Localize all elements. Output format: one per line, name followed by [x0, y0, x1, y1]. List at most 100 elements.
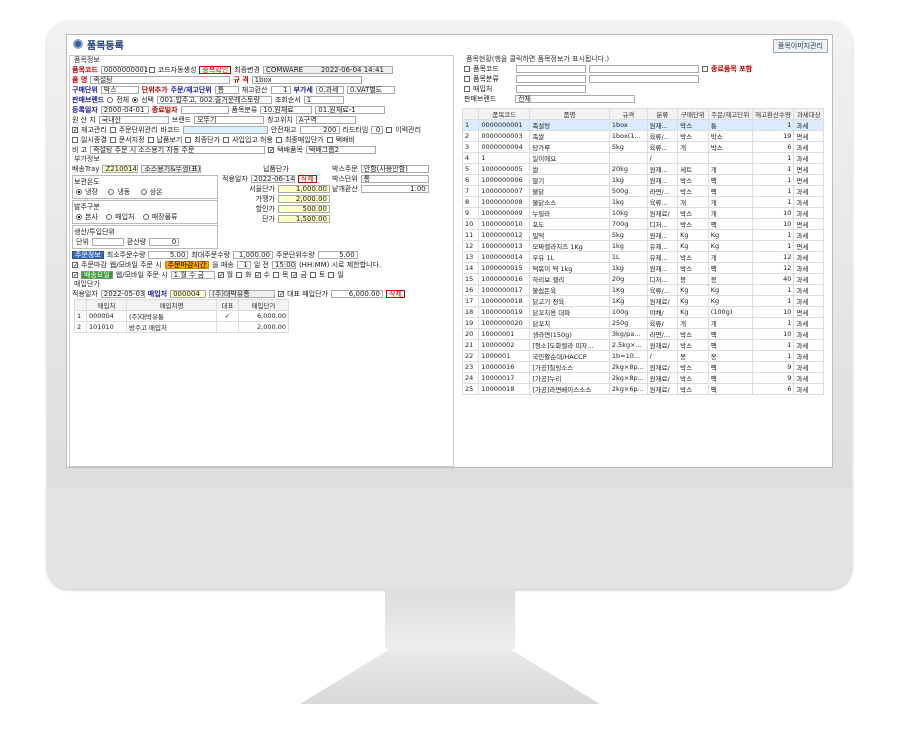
f-category-select[interactable] [516, 75, 586, 83]
prepurchase-checkbox[interactable] [223, 137, 230, 143]
purchase-row[interactable]: 1 000004 (주)대박유통 ✓ 6,000.00 [74, 310, 289, 322]
tax-select[interactable]: 0.과세 [315, 86, 344, 94]
deadline-checkbox[interactable] [72, 262, 78, 268]
purchase-row[interactable]: 2 101010 방주고 매입처 2,000.00 [74, 321, 289, 333]
item-row[interactable]: 10 1000000010 포도 700g 디저... 박스 팩 10 면세 [462, 218, 824, 230]
item-row[interactable]: 15 1000000016 하리보 젤리 20g 디저... 봉 봉 40 과세 [462, 273, 824, 285]
item-row[interactable]: 25 10000018 [가공]라면베이스소스 2kg×6p... 원재료/박스 팩 6 과세 [462, 383, 824, 395]
item-row[interactable]: 14 1000000015 떡볶이 떡 1kg 1kg 원재... 박스 팩 12 과세 [462, 262, 824, 274]
conv-field[interactable]: 1 [270, 86, 291, 94]
item-col-unit[interactable]: 구매단위 [677, 108, 709, 120]
item-row[interactable]: 7 1000000007 불닭 500g 라면/... 박스 팩 1 과세 [462, 185, 824, 197]
delivery-day-select[interactable]: 1.월 수 금 [170, 271, 215, 279]
delivery-day-checkbox[interactable] [72, 272, 78, 278]
brand-field[interactable]: 001.밥주고, 002.즐거운레스토랑 [156, 96, 272, 104]
p-vendor-code-field[interactable]: 000004 [170, 290, 207, 298]
item-row[interactable]: 17 1000000018 닭고기 정육 1Kg 원재료/Kg Kg 1 과세 [462, 295, 824, 307]
day-mon-checkbox[interactable] [217, 272, 224, 278]
min-order-field[interactable]: 5.00 [148, 251, 189, 259]
order-unit-mgmt-checkbox[interactable] [109, 127, 116, 133]
dup-check-button[interactable]: 중복확인 [199, 66, 232, 74]
item-col-conv[interactable]: 재고환산수량 [751, 108, 795, 120]
safety-field[interactable]: 200 [299, 126, 340, 134]
note-field[interactable]: 즉설탕 주문 시 소스용기 자동 주문 [90, 146, 266, 154]
category-select[interactable]: 10.원재료 [260, 106, 313, 114]
f-brand-select[interactable]: 전체 [515, 95, 635, 103]
end-date-field[interactable] [180, 106, 229, 114]
item-row[interactable]: 21 10000002 [청소]도화렐라 피자... 2.5kg×... 원재료/박스 팩… [462, 339, 824, 351]
f-end-checkbox[interactable] [702, 66, 708, 72]
apply-date-field[interactable]: 2022-06-14 [250, 175, 295, 183]
order-step-field[interactable]: 5.00 [317, 251, 358, 259]
f-code-field2[interactable] [589, 65, 699, 73]
order-type-store-radio[interactable] [142, 214, 149, 220]
item-row[interactable]: 24 10000017 [가공]누리 2kg×8p... 원재료/박스 팩 9 과세 [462, 372, 824, 384]
item-row[interactable]: 1 0000000001 족설탕 1box 원재... 박스 통 1 과세 [462, 119, 824, 131]
disc-field[interactable]: 500.00 [278, 205, 330, 213]
reg-date-field[interactable]: 2000-04-01 [100, 106, 149, 114]
barcode-field[interactable] [182, 126, 268, 134]
max-order-field[interactable]: 1,000.00 [233, 251, 274, 259]
item-col-spec[interactable]: 규격 [608, 108, 648, 120]
day-thu-checkbox[interactable] [273, 272, 280, 278]
code-field[interactable]: 0000000001 [100, 66, 148, 74]
order-type-hq-radio[interactable] [76, 214, 82, 220]
storage-room-radio[interactable] [140, 189, 147, 195]
piece-conv-field[interactable]: 1.00 [360, 185, 429, 193]
storage-cold-radio[interactable] [76, 189, 82, 195]
day-tue-checkbox[interactable] [236, 272, 243, 278]
auto-code-checkbox[interactable] [148, 67, 155, 73]
deadline-button[interactable]: 주문마감시간 [164, 261, 210, 269]
spec-field[interactable]: 1box [251, 76, 362, 84]
storage-frozen-radio[interactable] [108, 189, 115, 195]
order-info-button[interactable]: 주문정보 [72, 251, 104, 259]
price2-field[interactable]: 1,500.00 [278, 215, 330, 223]
item-row[interactable]: 13 1000000014 우유 1L 1L 유제... 박스 개 12 과세 [462, 251, 824, 263]
f-vendor-checkbox[interactable] [464, 86, 470, 92]
item-col-code[interactable]: 품목코드 [478, 108, 531, 120]
item-col-tax[interactable]: 과세대상 [793, 108, 824, 120]
purchase-cell[interactable]: ✓ [216, 310, 239, 322]
brand-select-radio[interactable] [132, 97, 139, 103]
tag-checkbox[interactable] [326, 137, 333, 143]
item-row[interactable]: 18 1000000019 닭꼬치용 대파 100g 야채/Kg (100g) 10 면세 [462, 306, 824, 318]
item-row[interactable]: 16 1000000017 불쉽돈육 1Kg 육류/... Kg Kg 1 과세 [462, 284, 824, 296]
day-wed-checkbox[interactable] [254, 272, 261, 278]
origin-field[interactable]: 국내산 [98, 116, 169, 124]
deadline-days-field[interactable]: 1 [236, 261, 251, 269]
order-type-vendor-radio[interactable] [106, 214, 113, 220]
item-row[interactable]: 22 1000001 국민활순대/HACCP 1b=10... / 봉 봉 1 과세 [462, 350, 824, 362]
history-checkbox[interactable] [386, 127, 393, 133]
item-row[interactable]: 5 1000000005 쌀 20kg 원재... 세트 개 1 면세 [462, 163, 824, 175]
f-code-field[interactable] [516, 65, 586, 73]
stock-mgmt-checkbox[interactable] [72, 127, 78, 133]
item-row[interactable]: 23 10000016 [가공]칠링소스 2kg×8p... 원재료/박스 팩 9 과세 [462, 361, 824, 373]
purchase-cell[interactable] [216, 321, 239, 333]
f-vendor-field[interactable] [516, 85, 586, 93]
unit-add-label[interactable]: 단위추가 [142, 85, 168, 95]
price1-field[interactable]: 2,000.00 [278, 195, 330, 203]
delivery-day-button[interactable]: 배송요일 [81, 271, 113, 279]
final-price-checkbox[interactable] [185, 137, 192, 143]
conv2-field[interactable]: 0 [149, 238, 180, 246]
item-row[interactable]: 19 1000000020 닭꼬치 250g 육류/개 개 1 과세 [462, 317, 824, 329]
supply-delete-button[interactable]: 삭제 [297, 175, 317, 183]
item-row[interactable]: 6 1000000006 딸기 1kg 원재... 박스 팩 1 면세 [462, 174, 824, 186]
item-row[interactable]: 8 1000000008 불닭소스 1kg 육류... 개 개 1 과세 [462, 196, 824, 208]
delivery-checkbox[interactable] [147, 137, 154, 143]
item-row[interactable]: 3 0000000004 당가루 5kg 육류... 개 박스 6 과세 [462, 141, 824, 153]
leadtime-field[interactable]: 0 [371, 126, 384, 134]
order-unit-select[interactable]: 통 [214, 86, 239, 94]
daily-close-checkbox[interactable] [72, 137, 78, 143]
item-row[interactable]: 4 1 일이에요/1 과세 [462, 152, 824, 164]
item-col-category[interactable]: 분류 [646, 108, 679, 120]
no-print-checkbox[interactable] [109, 137, 116, 143]
day-sat-checkbox[interactable] [309, 272, 316, 278]
category2-select[interactable]: 01.원재료-1 [315, 106, 386, 114]
deadline-time-field[interactable]: 15:00 [271, 261, 296, 269]
parcel-select[interactable]: 택배그룹2 [305, 146, 376, 154]
p-delete-button[interactable]: 삭제 [385, 290, 405, 298]
p-apply-field[interactable]: 2022-05-03 [100, 290, 145, 298]
vat-select[interactable]: 0.VAT별도 [346, 86, 395, 94]
name-field[interactable]: 족설탕 [90, 76, 231, 84]
